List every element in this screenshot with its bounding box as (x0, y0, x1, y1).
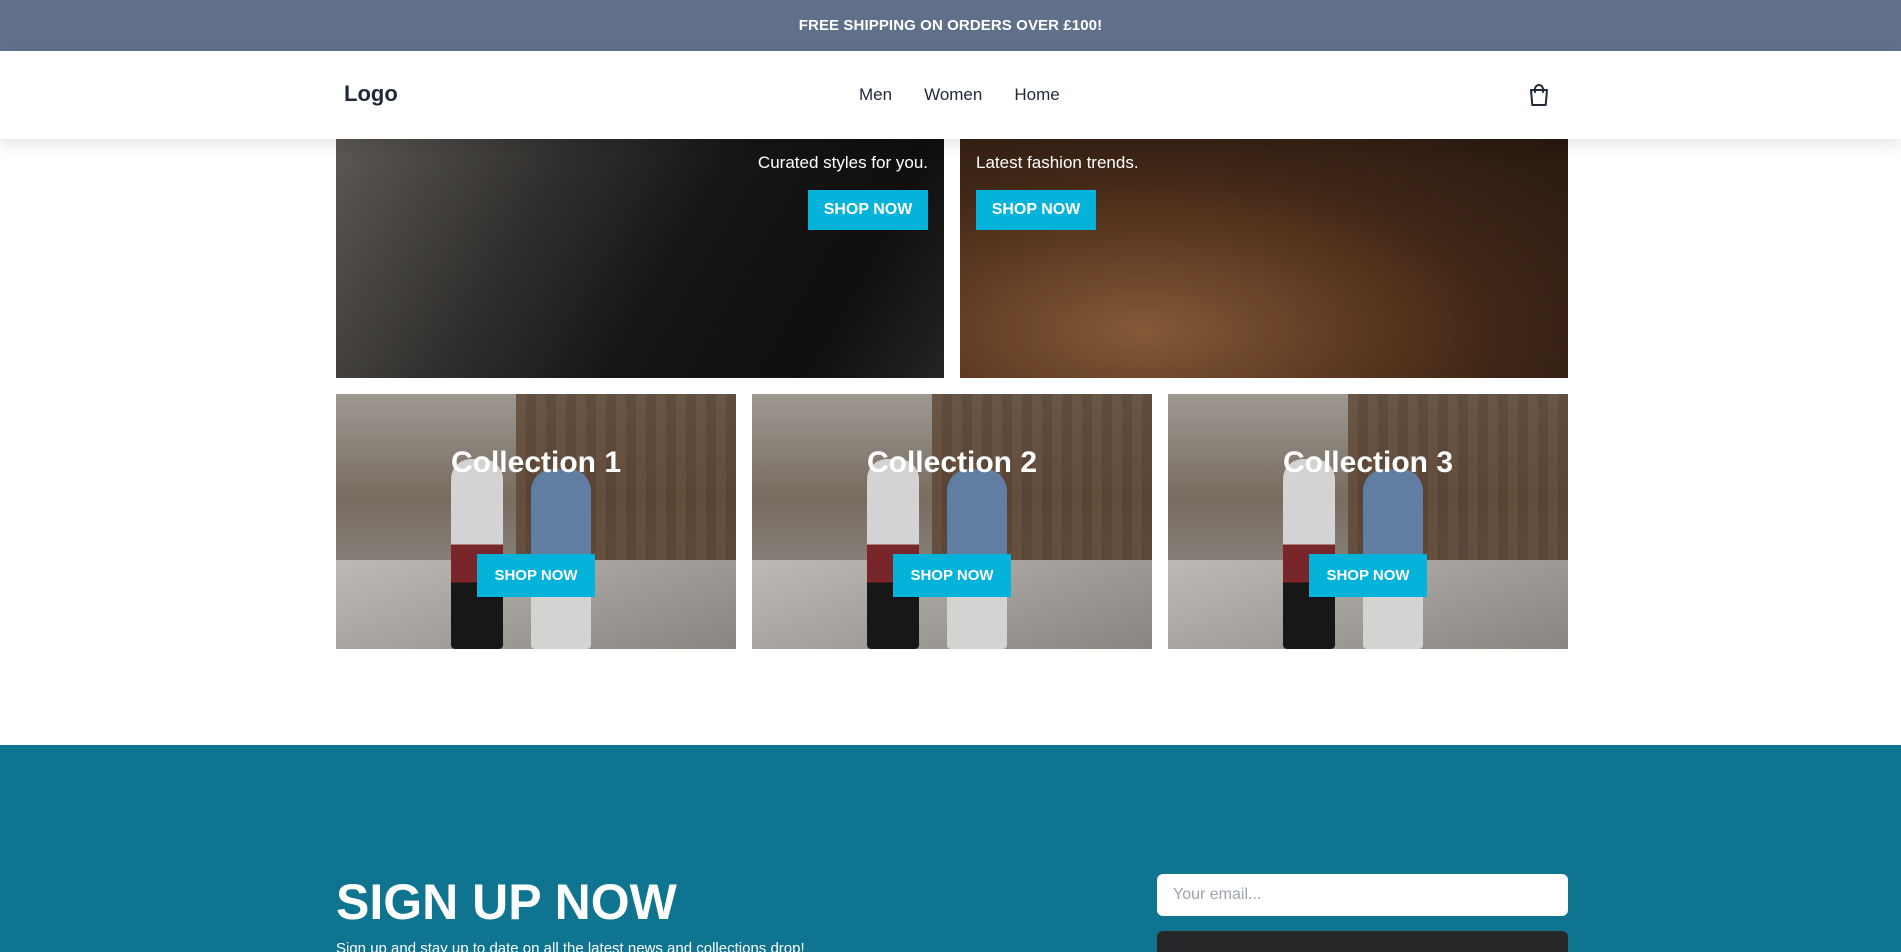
signup-section: SIGN UP NOW Sign up and stay up to date … (0, 745, 1901, 952)
collection-card-1: Collection 1 SHOP NOW (336, 394, 736, 649)
sign-up-button[interactable]: SIGN UP (1157, 931, 1568, 952)
collection-shop-now-button[interactable]: SHOP NOW (1309, 554, 1427, 597)
collection-title: Collection 2 (866, 446, 1038, 479)
signup-title: SIGN UP NOW (336, 874, 677, 930)
promo-text: FREE SHIPPING ON ORDERS OVER £100! (798, 17, 1103, 34)
hero-shop-now-button[interactable]: SHOP NOW (976, 190, 1096, 230)
hero-shop-now-button[interactable]: SHOP NOW (808, 190, 928, 230)
collection-title: Collection 3 (1282, 446, 1454, 479)
hero-text: Latest fashion trends. (976, 153, 1139, 172)
nav-link-home[interactable]: Home (1014, 85, 1059, 105)
collection-image (516, 394, 736, 573)
collection-card-3: Collection 3 SHOP NOW (1168, 394, 1568, 649)
hero-banner-women: Latest fashion trends. SHOP NOW (960, 139, 1568, 378)
collection-shop-now-button[interactable]: SHOP NOW (893, 554, 1011, 597)
hero-image (960, 139, 1568, 378)
email-input[interactable] (1157, 874, 1568, 916)
nav-link-men[interactable]: Men (859, 85, 892, 105)
collection-card-2: Collection 2 SHOP NOW (752, 394, 1152, 649)
hero-text: Curated styles for you. (757, 153, 928, 172)
signup-text: Sign up and stay up to date on all the l… (336, 940, 805, 952)
collection-shop-now-button[interactable]: SHOP NOW (477, 554, 595, 597)
site-header: Logo Men Women Home (0, 51, 1901, 139)
collection-image (932, 394, 1152, 573)
shopping-bag-icon[interactable] (1528, 83, 1550, 107)
logo[interactable]: Logo (344, 81, 398, 107)
main-nav: Men Women Home (859, 85, 1060, 105)
nav-link-women[interactable]: Women (924, 85, 982, 105)
promo-bar: FREE SHIPPING ON ORDERS OVER £100! (0, 0, 1901, 51)
hero-banner-men: Curated styles for you. SHOP NOW (336, 139, 944, 378)
hero-image (336, 139, 944, 378)
collection-title: Collection 1 (450, 446, 622, 479)
collection-image (1348, 394, 1568, 573)
